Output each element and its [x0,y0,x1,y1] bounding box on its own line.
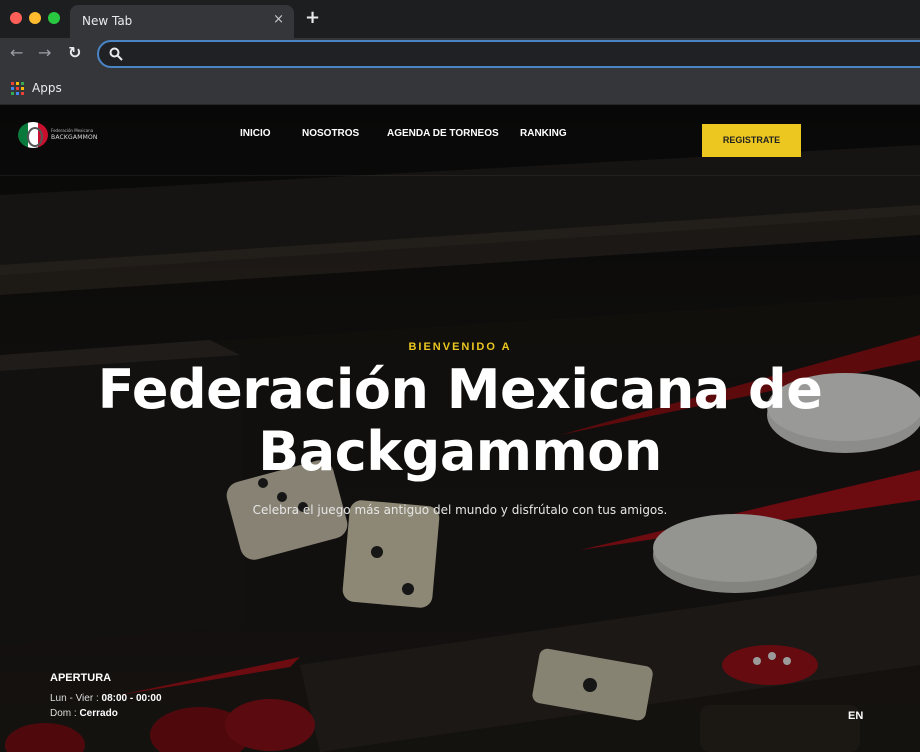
nav-link-agenda-de-torneos[interactable]: AGENDA DE TORNEOS [387,128,499,139]
hours-title: APERTURA [50,672,112,684]
address-bar[interactable] [97,40,920,68]
weekday-value: 08:00 - 00:00 [101,693,162,704]
nav-link-nosotros[interactable]: NOSOTROS [302,128,359,139]
close-window-button[interactable] [10,12,22,24]
hero-section: Federación Mexicana BACKGAMMON INICIO NO… [0,105,920,752]
new-tab-icon[interactable]: + [305,9,320,27]
nav-link-inicio[interactable]: INICIO [240,128,271,139]
hours-sunday: Dom : Cerrado [50,708,118,719]
back-arrow-icon[interactable]: ← [10,44,23,62]
forward-arrow-icon[interactable]: → [38,44,51,62]
language-switch[interactable]: EN [848,710,863,722]
sunday-label: Dom : [50,708,77,719]
nav-link-ranking[interactable]: RANKING [520,128,567,139]
bookmarks-bar [0,70,920,105]
weekday-label: Lun - Vier : [50,693,99,704]
apps-bookmark[interactable]: Apps [32,81,62,95]
federation-emblem-icon [18,122,48,148]
reload-icon[interactable]: ↻ [68,44,81,62]
hero-title-line-1: Federación Mexicana de [97,358,823,421]
hero-title-line-2: Backgammon [258,420,662,483]
register-button[interactable]: REGISTRATE [702,124,801,157]
search-icon [109,47,123,61]
apps-grid-icon[interactable] [11,82,24,95]
hero-subtitle: Celebra el juego más antiguo del mundo y… [252,503,668,517]
hero-title: Federación Mexicana de Backgammon [0,359,920,483]
site-logo[interactable]: Federación Mexicana BACKGAMMON [18,122,97,148]
logo-small-text: Federación Mexicana [51,128,94,133]
tab-title: New Tab [82,14,133,28]
maximize-window-button[interactable] [48,12,60,24]
browser-titlebar: New Tab × + [0,0,920,38]
sunday-value: Cerrado [79,708,118,719]
hours-weekday: Lun - Vier : 08:00 - 00:00 [50,693,162,704]
hero-kicker: BIENVENIDO A [408,341,512,353]
browser-toolbar: ← → ↻ [0,38,920,70]
minimize-window-button[interactable] [29,12,41,24]
logo-main-text: BACKGAMMON [51,134,98,141]
close-icon[interactable]: × [273,12,284,27]
header-divider [0,175,920,176]
browser-tab[interactable]: New Tab × [70,5,294,38]
